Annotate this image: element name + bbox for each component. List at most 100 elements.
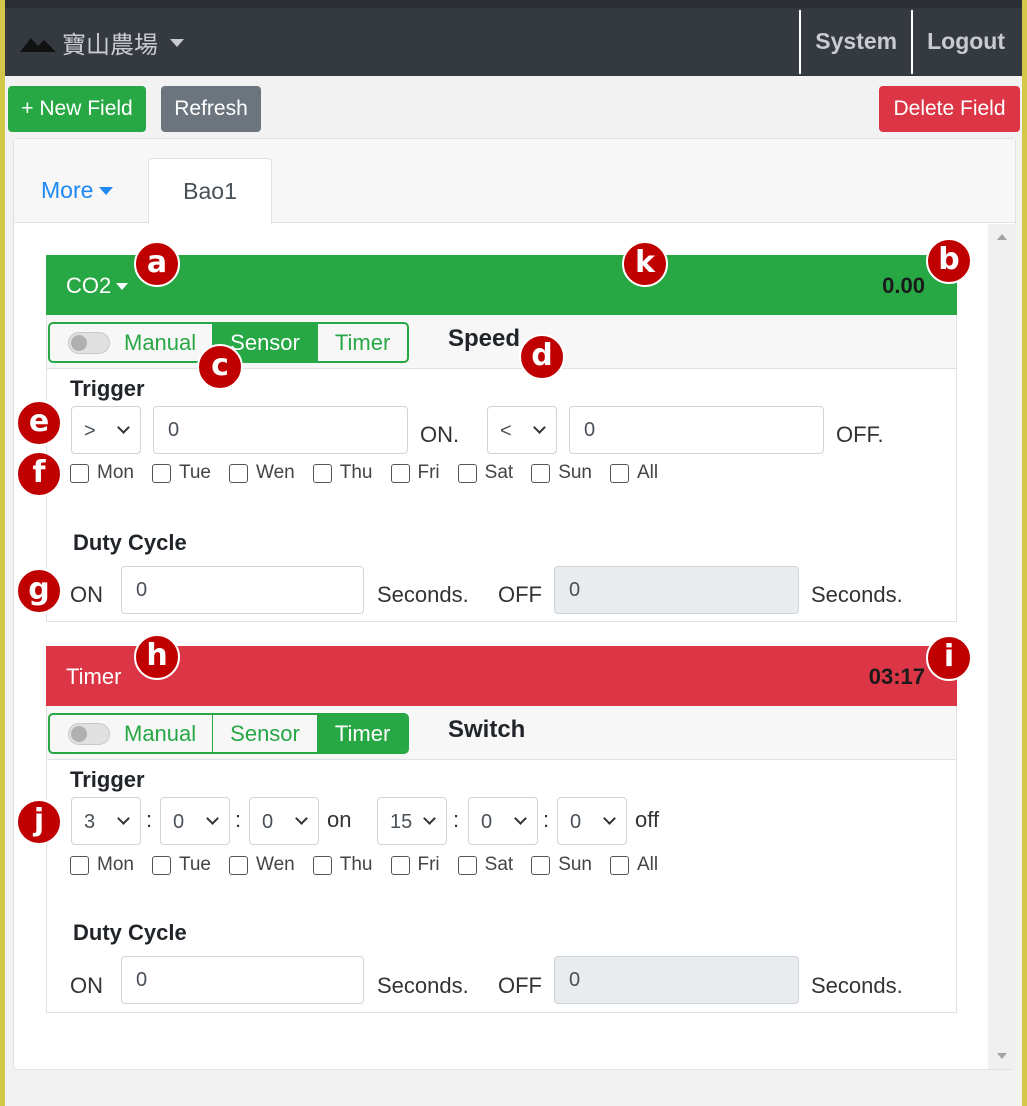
checkbox[interactable]: [229, 855, 249, 875]
off-hour-select[interactable]: 15: [377, 797, 447, 845]
mountain-logo-icon: [20, 37, 56, 52]
on-label: ON.: [420, 422, 460, 447]
output-type-label: Speed: [448, 325, 521, 352]
chevron-down-icon: [603, 812, 616, 825]
seconds-label: Seconds.: [377, 973, 469, 998]
tab-bao1[interactable]: Bao1: [148, 158, 272, 224]
mode-manual-button[interactable]: Manual: [50, 715, 212, 752]
off-operator-select[interactable]: <: [487, 406, 557, 454]
system-link[interactable]: System: [799, 10, 911, 74]
refresh-button[interactable]: Refresh: [161, 86, 261, 132]
time-separator: :: [543, 807, 550, 832]
checkbox[interactable]: [70, 463, 89, 483]
off-hour-value: 15: [390, 811, 413, 833]
mode-sensor-button[interactable]: Sensor: [212, 715, 317, 752]
manual-toggle-switch[interactable]: [68, 331, 110, 354]
panel-title: CO2: [66, 273, 112, 298]
on-second-select[interactable]: 0: [249, 797, 319, 845]
checkbox[interactable]: [457, 855, 477, 875]
day-label: Mon: [97, 854, 134, 875]
checkbox[interactable]: [70, 855, 89, 875]
chevron-down-icon: [116, 282, 129, 290]
on-minute-value: 0: [173, 811, 185, 833]
annotation-marker-j: j: [16, 799, 62, 845]
day-label: Sun: [558, 462, 592, 483]
on-threshold-input[interactable]: 0: [153, 406, 408, 454]
checkbox[interactable]: [390, 463, 410, 483]
tab-more[interactable]: More: [41, 177, 114, 204]
annotation-marker-c: c: [197, 344, 243, 390]
scroll-up-icon[interactable]: [997, 234, 1007, 240]
scroll-down-icon[interactable]: [997, 1053, 1007, 1059]
day-label: Wen: [256, 854, 295, 875]
off-operator-value: <: [500, 420, 512, 442]
day-sun[interactable]: Sun: [531, 854, 592, 876]
day-wen[interactable]: Wen: [229, 462, 295, 484]
off-minute-select[interactable]: 0: [468, 797, 538, 845]
chevron-down-icon: [117, 812, 130, 825]
annotation-marker-d: d: [519, 334, 565, 380]
checkbox[interactable]: [390, 855, 410, 875]
checkbox[interactable]: [229, 463, 249, 483]
trigger-title: Trigger: [70, 376, 145, 401]
chevron-down-icon: [514, 812, 527, 825]
day-fri[interactable]: Fri: [390, 462, 440, 484]
navbar: 寶山農場 System Logout: [0, 0, 1027, 76]
new-field-button[interactable]: + New Field: [8, 86, 146, 132]
on-minute-select[interactable]: 0: [160, 797, 230, 845]
day-label: All: [637, 854, 659, 875]
off-threshold-input[interactable]: 0: [569, 406, 824, 454]
mode-timer-button[interactable]: Timer: [316, 715, 408, 752]
day-thu[interactable]: Thu: [312, 854, 373, 876]
on-operator-select[interactable]: >: [71, 406, 141, 454]
panel-title: Timer: [66, 664, 122, 689]
day-mon[interactable]: Mon: [70, 462, 134, 484]
on-hour-select[interactable]: 3: [71, 797, 141, 845]
manual-toggle-switch[interactable]: [68, 722, 110, 745]
day-sun[interactable]: Sun: [531, 462, 592, 484]
off-second-select[interactable]: 0: [557, 797, 627, 845]
tab-more-label: More: [41, 177, 94, 203]
day-label: Thu: [339, 462, 373, 483]
duty-cycle-title: Duty Cycle: [73, 920, 187, 945]
mode-bar: Manual Sensor Timer Switch: [47, 706, 956, 760]
day-label: Fri: [417, 854, 440, 875]
day-all[interactable]: All: [610, 462, 658, 484]
day-sat[interactable]: Sat: [457, 854, 513, 876]
day-wen[interactable]: Wen: [229, 854, 295, 876]
co2-panel: CO2 0.00 Manual Sensor Timer Speed Trigg…: [46, 255, 957, 622]
duty-on-seconds-input[interactable]: 0: [121, 566, 364, 614]
duty-on-seconds-input[interactable]: 0: [121, 956, 364, 1004]
timer-panel-header: Timer 03:17: [46, 646, 957, 706]
day-tue[interactable]: Tue: [151, 462, 211, 484]
scrollbar[interactable]: [988, 224, 1016, 1069]
checkbox[interactable]: [531, 463, 551, 483]
logout-link[interactable]: Logout: [911, 10, 1019, 74]
checkbox[interactable]: [531, 855, 551, 875]
seconds-label: Seconds.: [377, 582, 469, 607]
day-sat[interactable]: Sat: [457, 462, 513, 484]
annotation-marker-a: a: [134, 241, 180, 287]
day-all[interactable]: All: [610, 854, 658, 876]
checkbox[interactable]: [610, 463, 629, 483]
delete-field-button[interactable]: Delete Field: [879, 86, 1020, 132]
mode-timer-button[interactable]: Timer: [316, 324, 407, 361]
mode-manual-button[interactable]: Manual: [50, 324, 212, 361]
checkbox[interactable]: [457, 463, 477, 483]
checkbox[interactable]: [312, 855, 332, 875]
day-thu[interactable]: Thu: [312, 462, 373, 484]
time-separator: :: [453, 807, 460, 832]
co2-panel-header: CO2 0.00: [46, 255, 957, 315]
brand-dropdown[interactable]: 寶山農場: [20, 25, 184, 60]
checkbox[interactable]: [151, 855, 171, 875]
day-mon[interactable]: Mon: [70, 854, 134, 876]
co2-sensor-dropdown[interactable]: CO2: [66, 273, 129, 299]
day-tue[interactable]: Tue: [151, 854, 211, 876]
day-fri[interactable]: Fri: [390, 854, 440, 876]
checkbox[interactable]: [312, 463, 332, 483]
checkbox[interactable]: [151, 463, 171, 483]
annotation-marker-g: g: [16, 568, 62, 614]
on-hour-value: 3: [84, 811, 96, 833]
duty-on-label: ON: [70, 582, 103, 607]
checkbox[interactable]: [610, 855, 629, 875]
